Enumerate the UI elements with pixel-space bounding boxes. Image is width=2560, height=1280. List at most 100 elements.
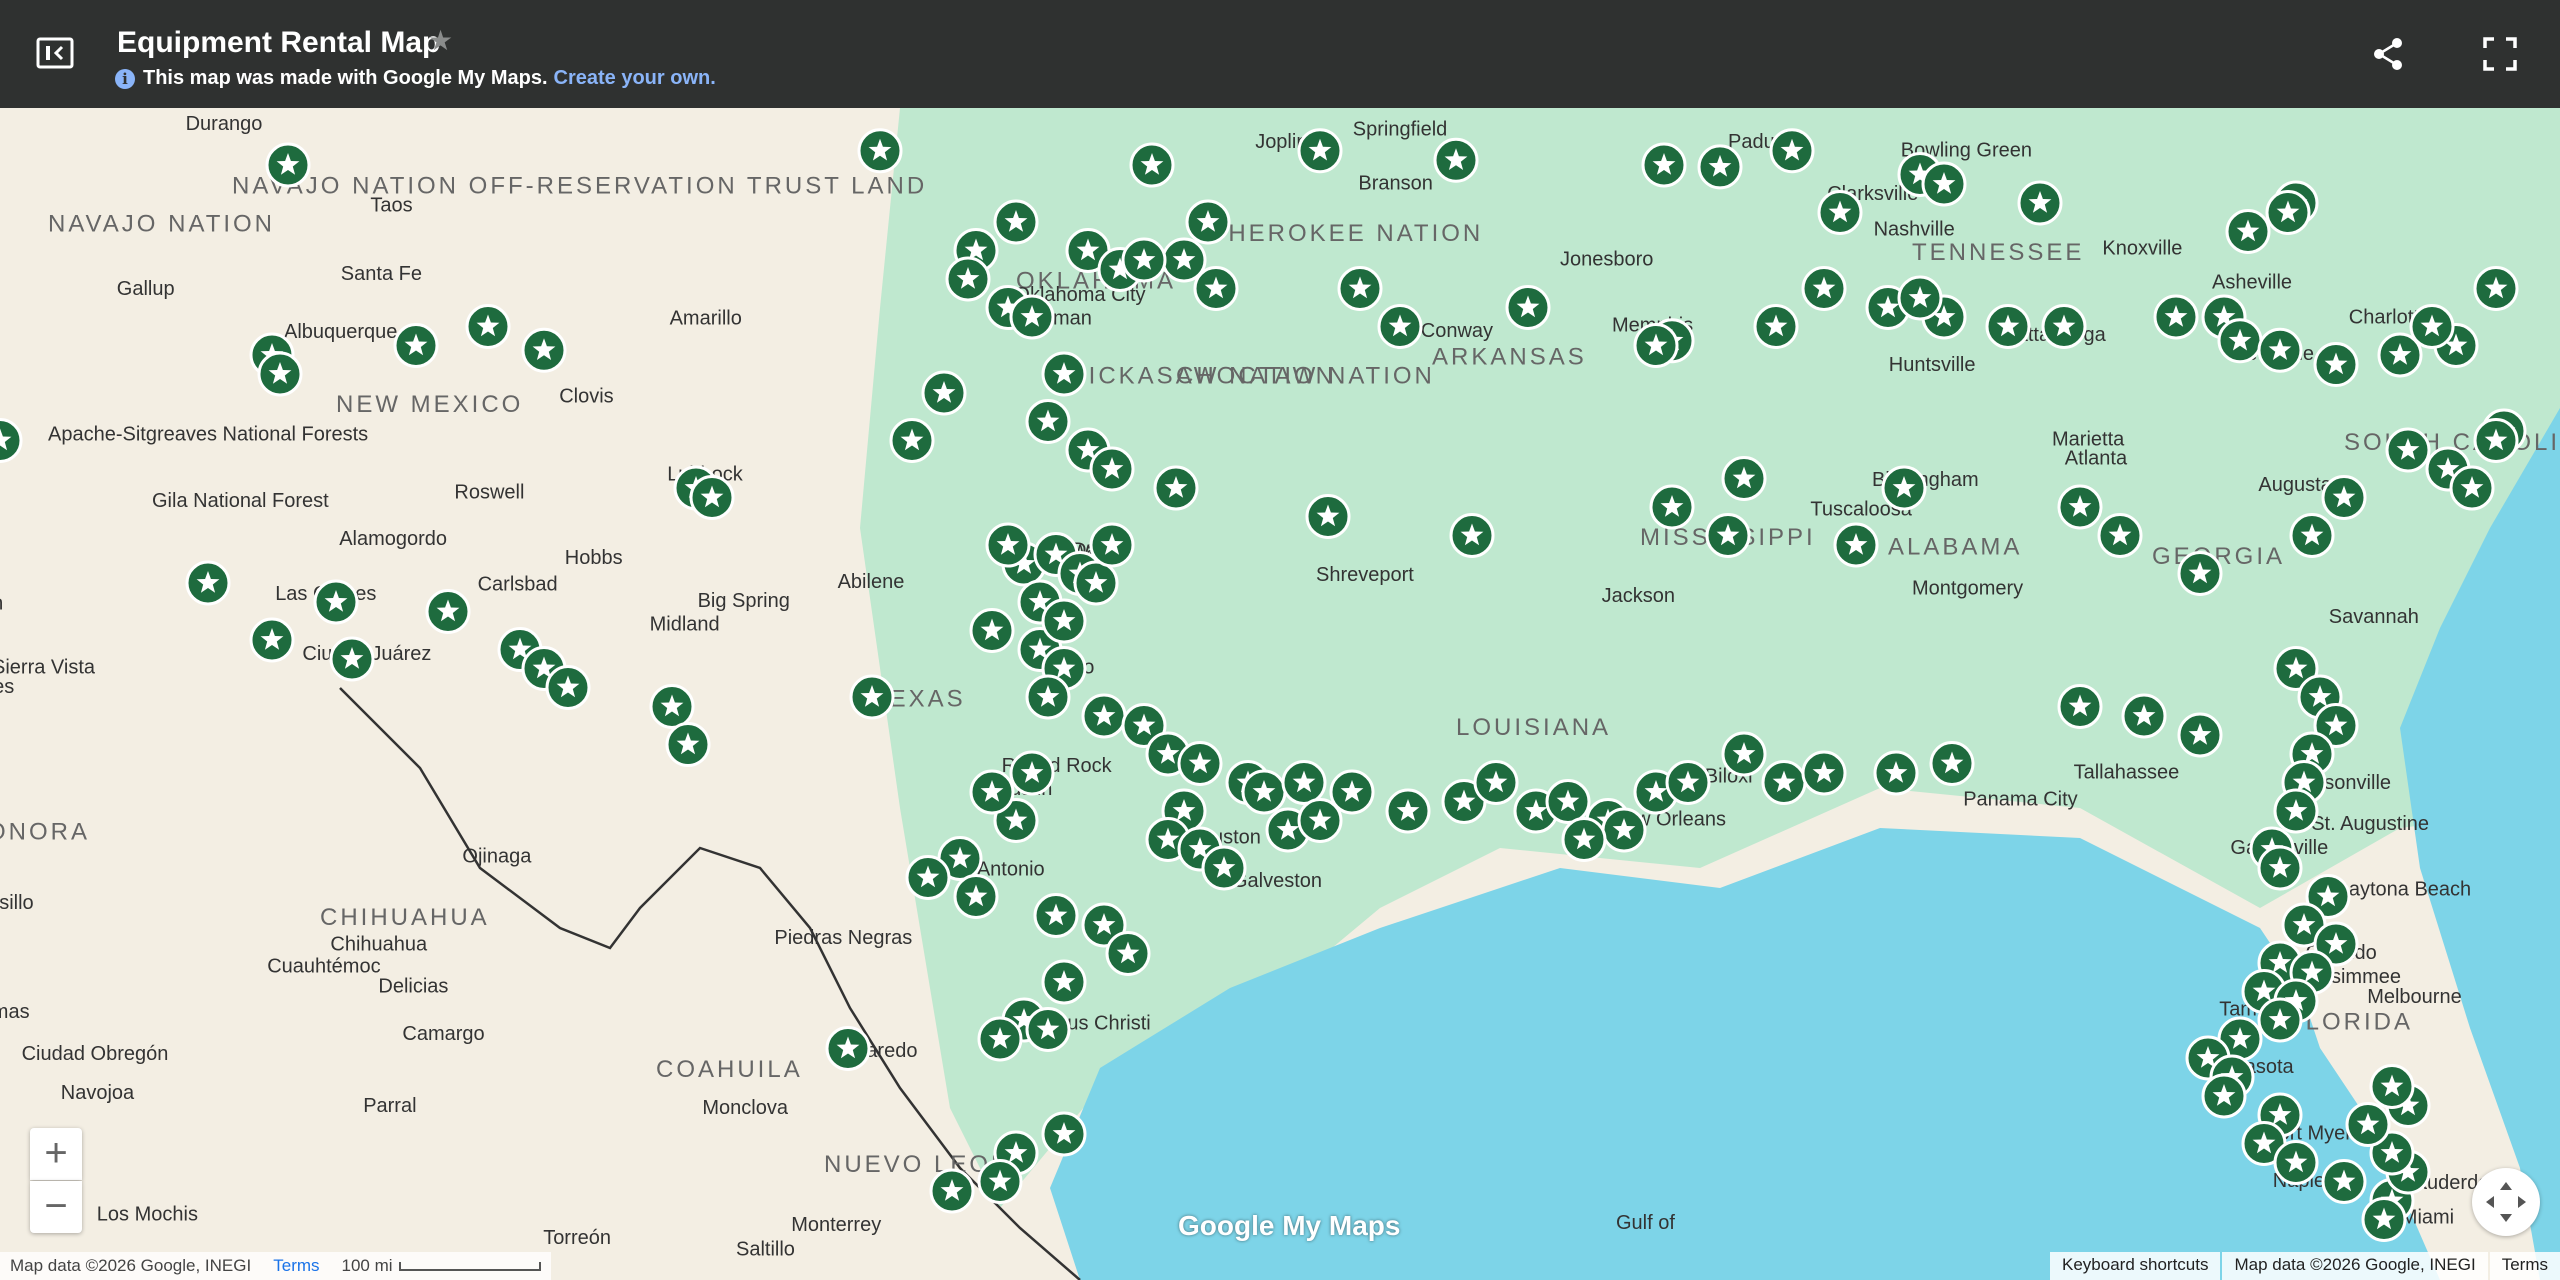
map-marker-star-icon[interactable] <box>1985 304 2031 349</box>
map-marker-star-icon[interactable] <box>1105 931 1151 976</box>
map-marker-star-icon[interactable] <box>953 874 999 919</box>
map-marker-star-icon[interactable] <box>2017 180 2063 226</box>
map-marker-star-icon[interactable] <box>2273 788 2319 834</box>
map-marker-star-icon[interactable] <box>393 323 439 368</box>
map-marker-star-icon[interactable] <box>1337 266 1383 311</box>
map-marker-star-icon[interactable] <box>249 617 295 663</box>
map-marker-star-icon[interactable] <box>929 1168 975 1214</box>
map-marker-star-icon[interactable] <box>1601 807 1647 853</box>
map-marker-star-icon[interactable] <box>2289 513 2335 558</box>
map-marker-star-icon[interactable] <box>969 769 1015 815</box>
map-marker-star-icon[interactable] <box>1705 513 1751 558</box>
map-canvas[interactable]: Durango NAVAJO NATION NAVAJO NATION OFF-RE… <box>0 108 2560 1280</box>
map-marker-star-icon[interactable] <box>2369 1064 2415 1109</box>
create-own-link[interactable]: Create your own. <box>554 67 716 90</box>
map-marker-star-icon[interactable] <box>2057 684 2103 729</box>
map-marker-star-icon[interactable] <box>1041 1111 1087 1157</box>
terms-link-right[interactable]: Terms <box>2489 1252 2560 1280</box>
map-marker-star-icon[interactable] <box>1817 190 1863 235</box>
map-marker-star-icon[interactable] <box>1449 513 1495 558</box>
map-marker-star-icon[interactable] <box>857 128 903 174</box>
map-marker-star-icon[interactable] <box>1545 779 1591 824</box>
map-marker-star-icon[interactable] <box>1505 285 1551 330</box>
map-marker-star-icon[interactable] <box>2321 1159 2367 1204</box>
map-marker-star-icon[interactable] <box>1121 237 1167 283</box>
map-marker-star-icon[interactable] <box>2345 1102 2391 1147</box>
map-marker-star-icon[interactable] <box>185 560 231 606</box>
map-marker-star-icon[interactable] <box>945 256 991 302</box>
map-marker-star-icon[interactable] <box>1241 769 1287 815</box>
map-marker-star-icon[interactable] <box>2097 513 2143 558</box>
map-marker-star-icon[interactable] <box>1881 465 1927 511</box>
map-marker-star-icon[interactable] <box>2153 294 2199 340</box>
map-marker-star-icon[interactable] <box>1177 741 1223 786</box>
map-marker-star-icon[interactable] <box>1185 199 1231 245</box>
share-icon[interactable] <box>2368 34 2408 74</box>
map-marker-star-icon[interactable] <box>1761 760 1807 805</box>
map-marker-star-icon[interactable] <box>1649 484 1695 530</box>
map-marker-star-icon[interactable] <box>2273 1140 2319 1185</box>
map-marker-star-icon[interactable] <box>1385 788 1431 834</box>
map-marker-star-icon[interactable] <box>1025 674 1071 720</box>
map-marker-star-icon[interactable] <box>1801 750 1847 796</box>
map-marker-star-icon[interactable] <box>1041 598 1087 644</box>
map-marker-star-icon[interactable] <box>969 608 1015 653</box>
map-marker-star-icon[interactable] <box>1281 760 1327 805</box>
locate-icon[interactable] <box>2472 1168 2540 1236</box>
map-marker-star-icon[interactable] <box>2409 304 2455 349</box>
map-marker-star-icon[interactable] <box>1473 760 1519 805</box>
map-marker-star-icon[interactable] <box>649 684 695 729</box>
terms-link[interactable]: Terms <box>273 1256 319 1276</box>
map-marker-star-icon[interactable] <box>1433 137 1479 183</box>
map-marker-star-icon[interactable] <box>2201 1073 2247 1119</box>
map-marker-star-icon[interactable] <box>1377 304 1423 349</box>
map-marker-star-icon[interactable] <box>1721 731 1767 777</box>
map-marker-star-icon[interactable] <box>1665 760 1711 805</box>
keyboard-shortcuts-button[interactable]: Keyboard shortcuts <box>2050 1252 2221 1280</box>
map-marker-star-icon[interactable] <box>1009 294 1055 340</box>
map-marker-star-icon[interactable] <box>2177 712 2223 758</box>
map-marker-star-icon[interactable] <box>2121 693 2167 739</box>
map-marker-star-icon[interactable] <box>545 665 591 710</box>
map-marker-star-icon[interactable] <box>425 589 471 634</box>
zoom-out-icon[interactable]: − <box>30 1181 82 1233</box>
map-marker-star-icon[interactable] <box>1697 144 1743 190</box>
fullscreen-icon[interactable] <box>2480 34 2520 74</box>
map-marker-star-icon[interactable] <box>1193 266 1239 311</box>
map-marker-star-icon[interactable] <box>1081 693 1127 739</box>
map-marker-star-icon[interactable] <box>329 636 375 682</box>
map-marker-star-icon[interactable] <box>1089 522 1135 568</box>
map-marker-star-icon[interactable] <box>2257 997 2303 1043</box>
map-marker-star-icon[interactable] <box>1633 323 1679 368</box>
map-marker-star-icon[interactable] <box>2257 327 2303 373</box>
map-marker-star-icon[interactable] <box>2041 304 2087 349</box>
map-marker-star-icon[interactable] <box>1721 456 1767 501</box>
map-marker-star-icon[interactable] <box>2217 318 2263 364</box>
map-marker-star-icon[interactable] <box>1041 959 1087 1005</box>
map-marker-star-icon[interactable] <box>993 199 1039 245</box>
map-marker-star-icon[interactable] <box>257 351 303 397</box>
map-marker-star-icon[interactable] <box>977 1016 1023 1062</box>
map-marker-star-icon[interactable] <box>1041 351 1087 397</box>
map-marker-star-icon[interactable] <box>1801 266 1847 311</box>
map-marker-star-icon[interactable] <box>2473 418 2519 463</box>
map-marker-star-icon[interactable] <box>2225 209 2271 254</box>
map-marker-star-icon[interactable] <box>1929 741 1975 786</box>
map-marker-star-icon[interactable] <box>1641 142 1687 188</box>
map-marker-star-icon[interactable] <box>1561 817 1607 862</box>
map-marker-star-icon[interactable] <box>1089 446 1135 492</box>
map-marker-star-icon[interactable] <box>889 418 935 463</box>
map-marker-star-icon[interactable] <box>1025 1007 1071 1052</box>
map-marker-star-icon[interactable] <box>1153 465 1199 511</box>
zoom-in-icon[interactable]: + <box>30 1128 82 1180</box>
map-marker-star-icon[interactable] <box>1753 304 1799 349</box>
map-marker-star-icon[interactable] <box>1129 142 1175 188</box>
map-marker-star-icon[interactable] <box>2361 1197 2407 1242</box>
map-marker-star-icon[interactable] <box>977 1159 1023 1204</box>
map-marker-star-icon[interactable] <box>985 522 1031 568</box>
side-panel-icon[interactable] <box>34 32 78 76</box>
map-marker-star-icon[interactable] <box>521 327 567 373</box>
map-marker-star-icon[interactable] <box>2449 465 2495 511</box>
star-icon[interactable]: ★ <box>428 24 453 57</box>
map-marker-star-icon[interactable] <box>2385 427 2431 473</box>
